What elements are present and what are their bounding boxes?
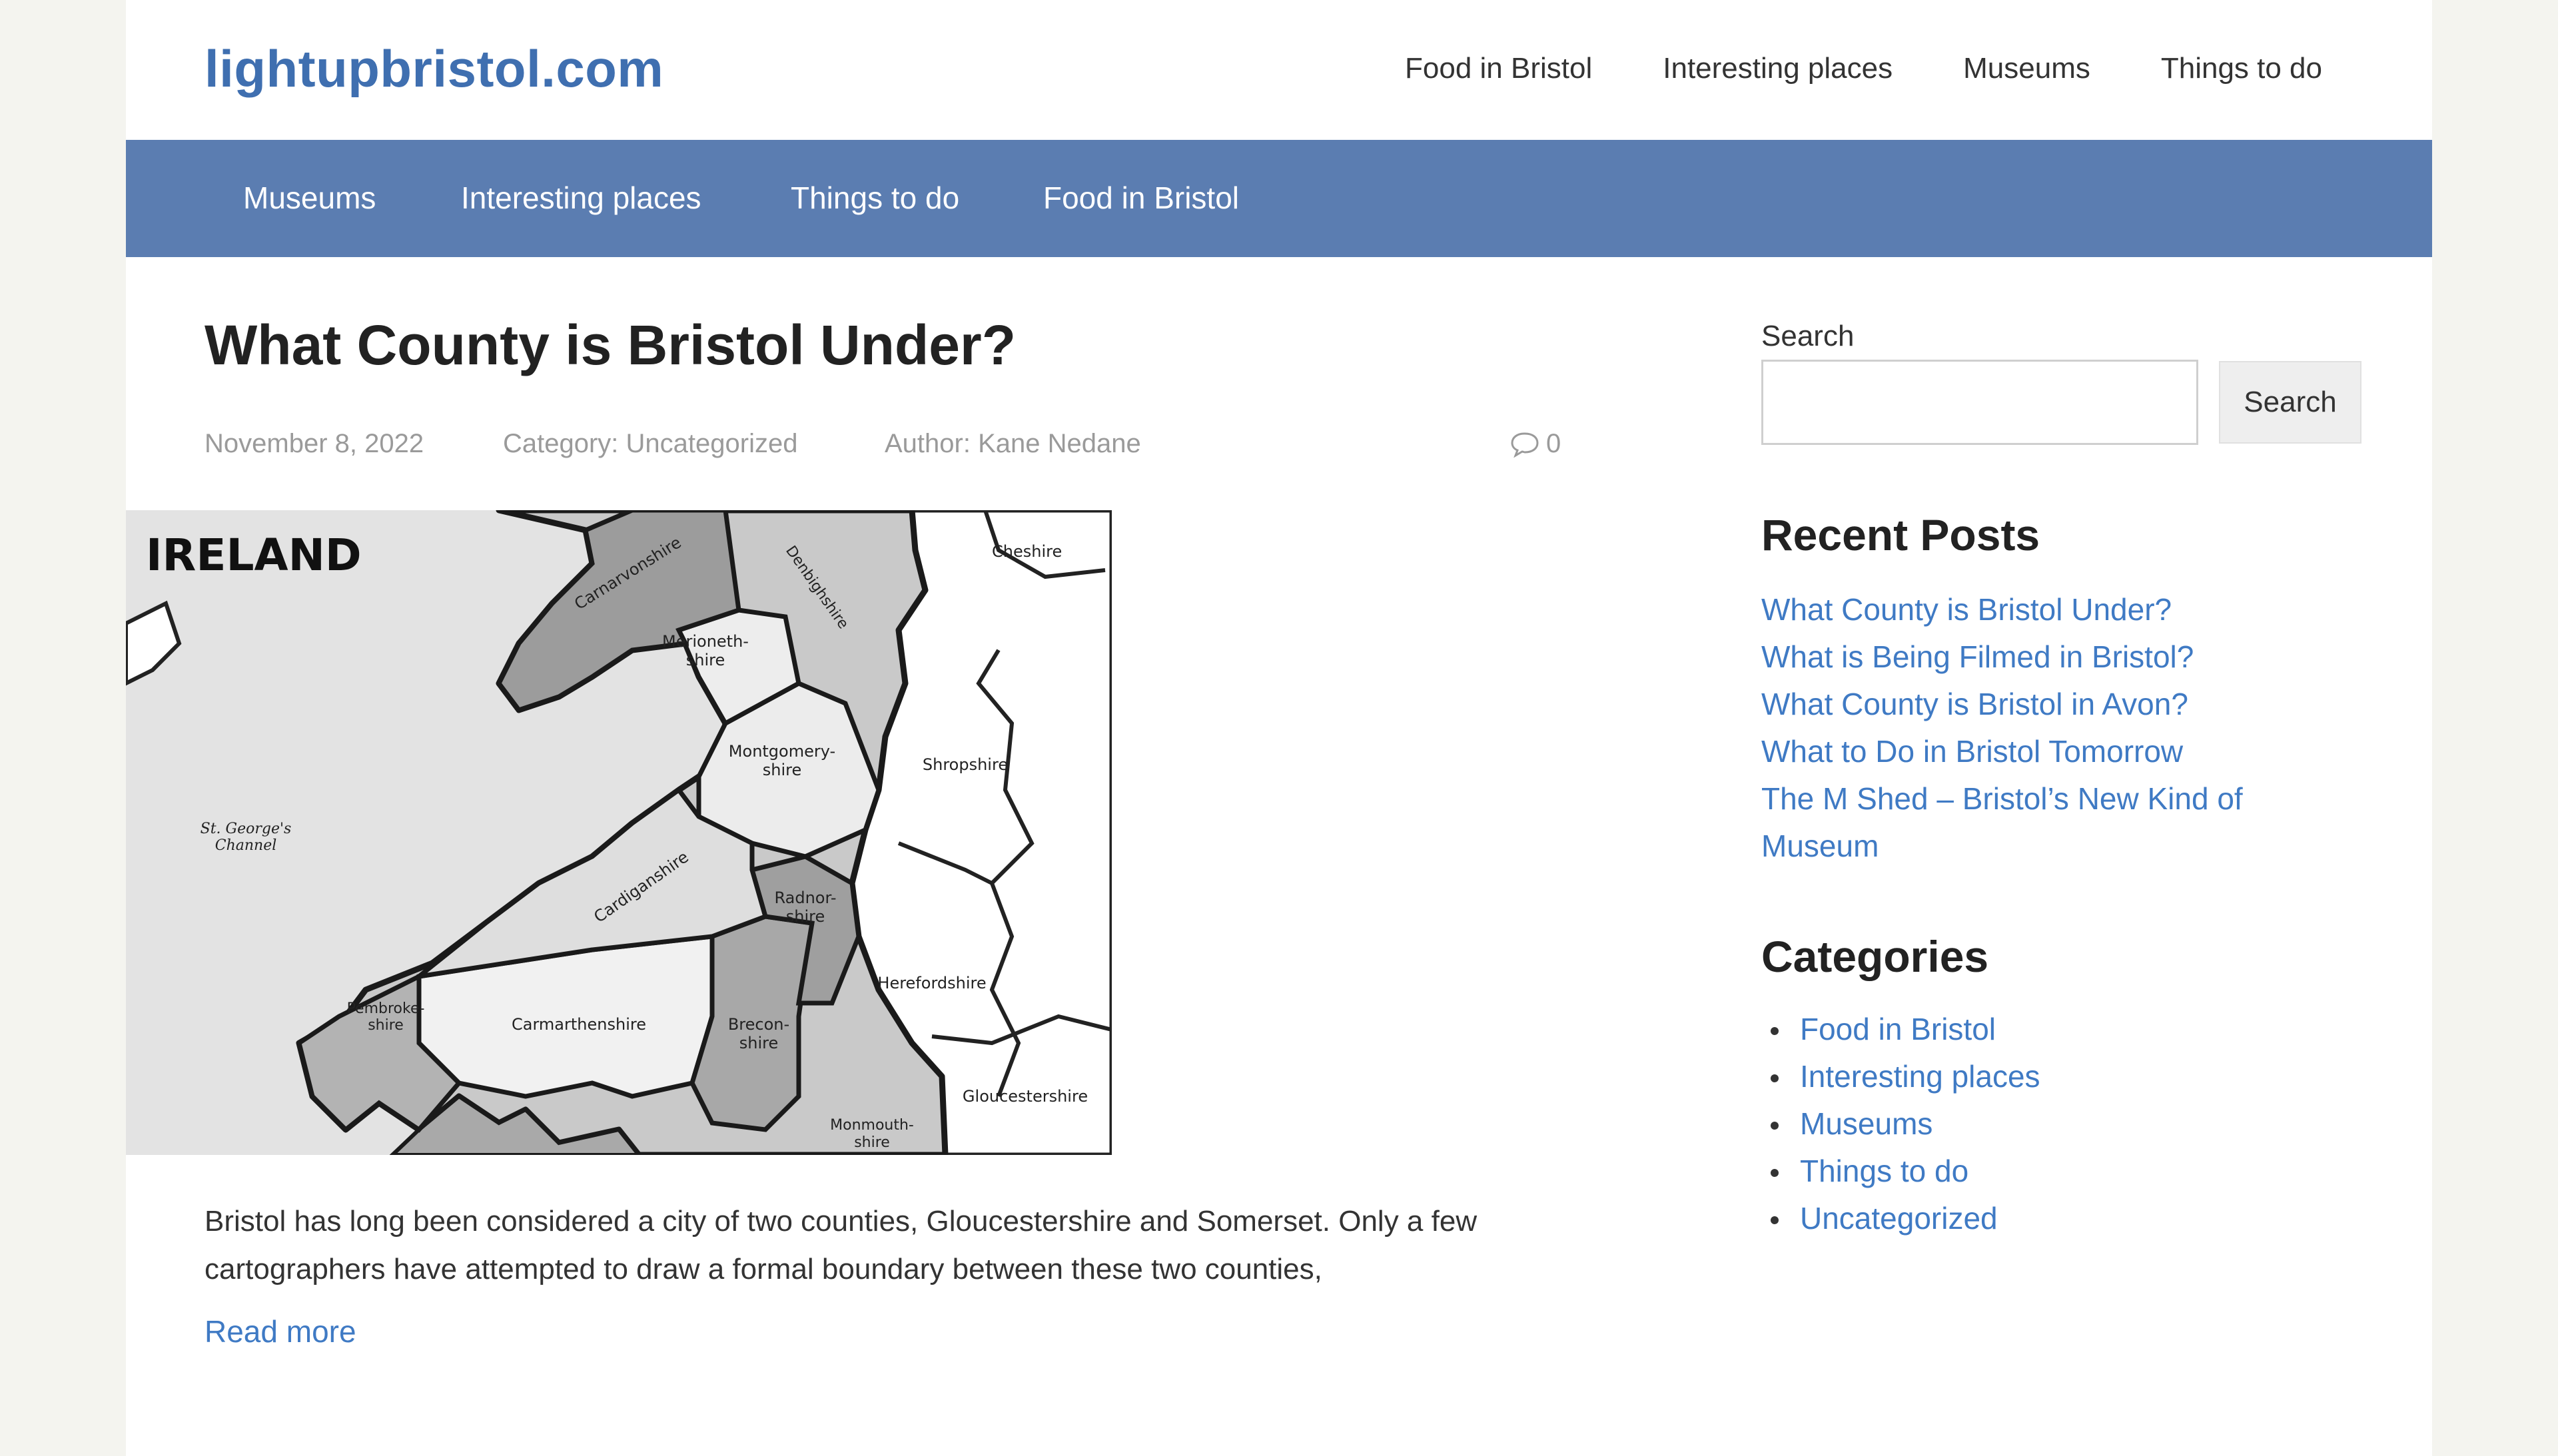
search-button[interactable]: Search bbox=[2219, 361, 2361, 444]
recent-post-item: What County is Bristol in Avon? bbox=[1761, 681, 2334, 728]
post-title[interactable]: What County is Bristol Under? bbox=[205, 313, 1016, 378]
recent-post-link[interactable]: What County is Bristol in Avon? bbox=[1761, 687, 2188, 721]
top-nav-museums[interactable]: Museums bbox=[1963, 52, 2090, 85]
main-nav-food[interactable]: Food in Bristol bbox=[1043, 180, 1239, 216]
post-excerpt: Bristol has long been considered a city … bbox=[205, 1198, 1710, 1293]
post-date[interactable]: November 8, 2022 bbox=[205, 429, 424, 459]
top-nav-things-to-do[interactable]: Things to do bbox=[2161, 52, 2322, 85]
featured-image[interactable]: IRELAND St. George's Channel Cheshire Ca… bbox=[126, 510, 1112, 1155]
main-nav-museums[interactable]: Museums bbox=[243, 180, 376, 216]
main-nav-interesting-places[interactable]: Interesting places bbox=[461, 180, 701, 216]
excerpt-line-2: cartographers have attempted to draw a f… bbox=[205, 1253, 1322, 1285]
read-more-link[interactable]: Read more bbox=[205, 1313, 356, 1349]
map-label-pembroke-2: shire bbox=[368, 1017, 404, 1034]
categories-list: Food in Bristol Interesting places Museu… bbox=[1761, 1006, 2040, 1242]
map-label-radnor-1: Radnor- bbox=[775, 889, 837, 907]
page-container: lightupbristol.com Food in Bristol Inter… bbox=[126, 0, 2432, 1456]
recent-post-link[interactable]: The M Shed – Bristol’s New Kind of Museu… bbox=[1761, 781, 2243, 863]
top-nav-food[interactable]: Food in Bristol bbox=[1405, 52, 1592, 85]
map-label-merioneth-1: Merioneth- bbox=[662, 632, 749, 651]
wales-counties-map: IRELAND St. George's Channel Cheshire Ca… bbox=[126, 510, 1112, 1155]
recent-post-link[interactable]: What County is Bristol Under? bbox=[1761, 592, 2172, 627]
category-link-museums[interactable]: Museums bbox=[1800, 1106, 1932, 1141]
map-label-shropshire: Shropshire bbox=[923, 755, 1008, 774]
category-link-uncategorized[interactable]: Uncategorized bbox=[1800, 1201, 1998, 1236]
map-label-gloucestershire: Gloucestershire bbox=[963, 1087, 1088, 1106]
recent-posts-title: Recent Posts bbox=[1761, 510, 2040, 559]
categories-title: Categories bbox=[1761, 932, 1989, 981]
map-label-channel-2: Channel bbox=[215, 837, 277, 854]
recent-post-item: What is Being Filmed in Bristol? bbox=[1761, 633, 2334, 681]
map-label-montgomery-1: Montgomery- bbox=[729, 742, 835, 761]
site-title-link[interactable]: lightupbristol.com bbox=[205, 39, 663, 99]
recent-post-item: The M Shed – Bristol’s New Kind of Museu… bbox=[1761, 775, 2334, 870]
top-navigation: Food in Bristol Interesting places Museu… bbox=[1334, 52, 2322, 85]
category-link-things-to-do[interactable]: Things to do bbox=[1800, 1154, 1968, 1188]
map-label-merioneth-2: shire bbox=[686, 651, 725, 669]
main-nav-things-to-do[interactable]: Things to do bbox=[791, 180, 959, 216]
recent-post-link[interactable]: What to Do in Bristol Tomorrow bbox=[1761, 734, 2183, 769]
map-label-brecon-2: shire bbox=[739, 1034, 779, 1052]
category-link-interesting-places[interactable]: Interesting places bbox=[1800, 1059, 2040, 1094]
map-label-herefordshire: Herefordshire bbox=[877, 974, 986, 992]
comment-icon bbox=[1511, 432, 1539, 458]
map-label-ireland: IRELAND bbox=[146, 530, 362, 581]
category-item: Things to do bbox=[1761, 1148, 2040, 1195]
recent-post-link[interactable]: What is Being Filmed in Bristol? bbox=[1761, 639, 2194, 674]
search-label: Search bbox=[1761, 320, 1855, 352]
post-author[interactable]: Author: Kane Nedane bbox=[885, 429, 1141, 459]
top-nav-interesting-places[interactable]: Interesting places bbox=[1663, 52, 1893, 85]
recent-post-item: What County is Bristol Under? bbox=[1761, 586, 2334, 633]
category-link-food[interactable]: Food in Bristol bbox=[1800, 1012, 1996, 1046]
category-item: Museums bbox=[1761, 1100, 2040, 1148]
map-label-montgomery-2: shire bbox=[763, 761, 802, 779]
main-navigation: Museums Interesting places Things to do … bbox=[126, 140, 2432, 257]
map-label-carmarthenshire: Carmarthenshire bbox=[512, 1015, 646, 1034]
map-label-brecon-1: Brecon- bbox=[728, 1015, 789, 1034]
category-item: Interesting places bbox=[1761, 1053, 2040, 1100]
comment-count-link[interactable]: 0 bbox=[1510, 429, 1561, 459]
category-item: Uncategorized bbox=[1761, 1195, 2040, 1242]
recent-post-item: What to Do in Bristol Tomorrow bbox=[1761, 728, 2334, 775]
site-header: lightupbristol.com Food in Bristol Inter… bbox=[126, 0, 2432, 140]
category-item: Food in Bristol bbox=[1761, 1006, 2040, 1053]
comment-count: 0 bbox=[1546, 429, 1561, 458]
excerpt-line-1: Bristol has long been considered a city … bbox=[205, 1205, 1478, 1238]
search-input[interactable] bbox=[1761, 360, 2198, 445]
map-label-pembroke-1: Pembroke- bbox=[347, 1000, 425, 1017]
map-label-radnor-2: shire bbox=[786, 907, 825, 926]
post-category[interactable]: Category: Uncategorized bbox=[503, 429, 797, 459]
map-label-cheshire: Cheshire bbox=[992, 542, 1062, 561]
recent-posts-list: What County is Bristol Under? What is Be… bbox=[1761, 586, 2334, 870]
map-label-monmouth-2: shire bbox=[854, 1134, 890, 1151]
map-label-channel-1: St. George's bbox=[201, 821, 292, 837]
map-label-monmouth-1: Monmouth- bbox=[830, 1117, 914, 1134]
